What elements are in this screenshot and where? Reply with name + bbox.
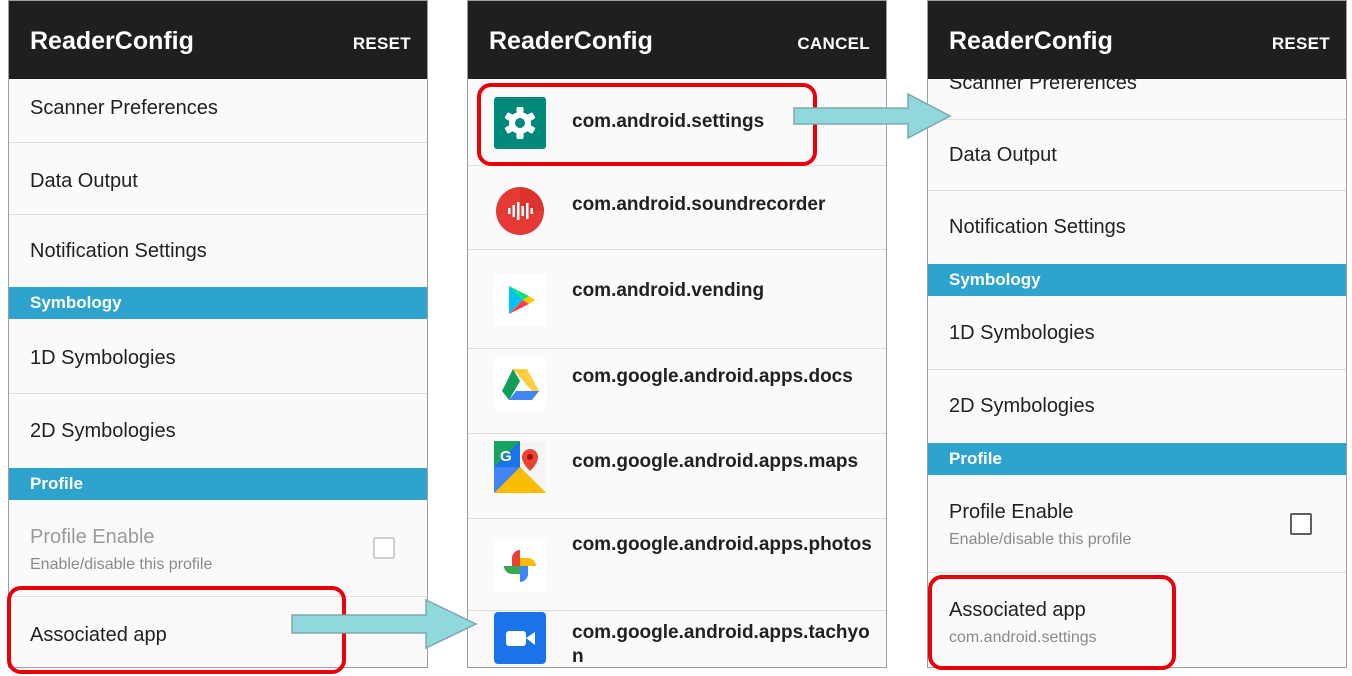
2d-symbologies-label: 2D Symbologies [949,395,1095,417]
profile-enable-summary: Enable/disable this profile [30,556,213,573]
package-name: com.android.vending [572,280,765,301]
data-output-label: Data Output [949,144,1057,166]
profile-enable-summary: Enable/disable this profile [949,531,1132,548]
photos-icon [494,540,546,592]
profile-enable-item[interactable]: Profile Enable Enable/disable this profi… [928,475,1346,573]
arrow-right-icon [291,598,478,650]
symbology-section-header: Symbology [928,264,1346,296]
data-output-label: Data Output [30,170,138,192]
reset-button[interactable]: RESET [1272,34,1330,54]
1d-symbologies-label: 1D Symbologies [30,347,176,369]
app-list-item[interactable]: com.android.vending [468,250,886,349]
profile-enable-label: Profile Enable [30,526,155,548]
settings-screen-after: ReaderConfig RESET Scanner Preferences D… [927,0,1347,668]
app-bar: ReaderConfig RESET [928,1,1346,79]
app-bar: ReaderConfig RESET [9,1,427,79]
app-list-item[interactable]: com.google.android.apps.tachyon [468,611,886,667]
2d-symbologies-item[interactable]: 2D Symbologies [9,394,427,468]
app-list-item[interactable]: com.google.android.apps.docs [468,349,886,434]
profile-enable-item[interactable]: Profile Enable Enable/disable this profi… [9,500,427,597]
notification-settings-label: Notification Settings [30,240,207,262]
scanner-preferences-label: Scanner Preferences [30,97,218,119]
2d-symbologies-item[interactable]: 2D Symbologies [928,370,1346,443]
duo-icon [494,612,546,664]
package-name: com.google.android.apps.maps [572,451,859,472]
app-bar: ReaderConfig CANCEL [468,1,886,79]
profile-enable-checkbox[interactable] [1290,513,1312,535]
settings-screen-before: ReaderConfig RESET Scanner Preferences D… [8,0,428,668]
reset-button[interactable]: RESET [353,34,411,54]
drive-icon [494,357,546,409]
1d-symbologies-item[interactable]: 1D Symbologies [9,319,427,394]
maps-icon: G [494,441,546,493]
app-list-item[interactable]: G com.google.android.apps.maps [468,434,886,519]
profile-section-header: Profile [9,468,427,500]
package-name: com.google.android.apps.tachyon [572,622,870,667]
package-name: com.google.android.apps.photos [572,534,872,555]
app-title: ReaderConfig [949,27,1113,55]
profile-section-header: Profile [928,443,1346,475]
profile-enable-label: Profile Enable [949,501,1074,523]
package-name: com.google.android.apps.docs [572,366,853,387]
2d-symbologies-label: 2D Symbologies [30,420,176,442]
sound-recorder-icon [494,185,546,237]
scanner-preferences-item[interactable]: Scanner Preferences [9,79,427,143]
play-store-icon [494,274,546,326]
data-output-item[interactable]: Data Output [928,120,1346,191]
arrow-right-icon [793,92,952,140]
symbology-section-header: Symbology [9,287,427,319]
notification-settings-item[interactable]: Notification Settings [9,215,427,287]
package-name: com.android.soundrecorder [572,194,826,215]
settings-app-highlight [477,83,817,166]
app-list-item[interactable]: com.android.soundrecorder [468,166,886,250]
1d-symbologies-item[interactable]: 1D Symbologies [928,296,1346,370]
notification-settings-item[interactable]: Notification Settings [928,191,1346,264]
app-title: ReaderConfig [489,27,653,55]
scanner-preferences-label: Scanner Preferences [949,79,1137,94]
cancel-button[interactable]: CANCEL [797,34,870,54]
app-title: ReaderConfig [30,27,194,55]
app-list: com.android.settings com.android.soundre… [468,79,886,667]
app-list-item[interactable]: com.google.android.apps.photos [468,519,886,611]
associated-app-result-highlight [928,575,1176,670]
notification-settings-label: Notification Settings [949,216,1126,238]
profile-enable-checkbox[interactable] [373,537,395,559]
data-output-item[interactable]: Data Output [9,143,427,215]
scanner-preferences-item[interactable]: Scanner Preferences [928,79,1346,120]
preference-list: Scanner Preferences Data Output Notifica… [9,79,427,667]
svg-text:G: G [500,448,512,465]
1d-symbologies-label: 1D Symbologies [949,322,1095,344]
